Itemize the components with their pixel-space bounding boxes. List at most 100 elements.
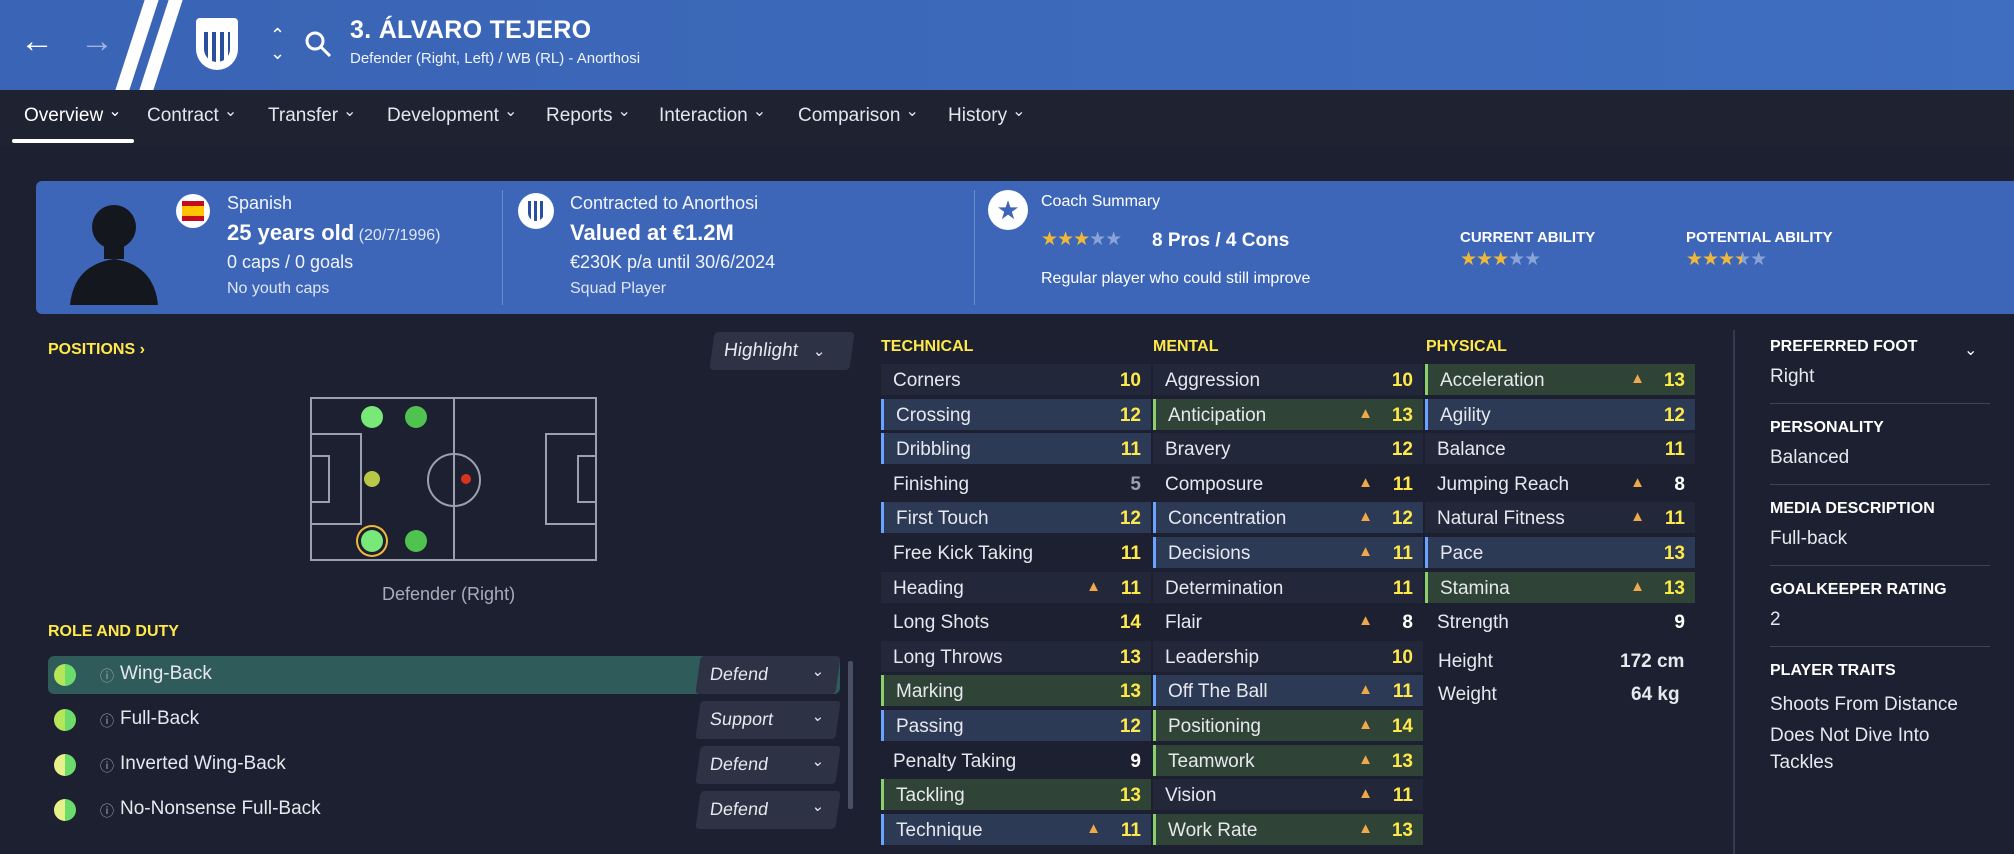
- contract-club: Contracted to Anorthosi: [570, 193, 759, 213]
- attribute-row[interactable]: Bravery 12: [1153, 433, 1423, 465]
- duty-dropdown[interactable]: Defend ⌄: [695, 746, 841, 784]
- attribute-row[interactable]: Long Throws 13: [881, 640, 1151, 672]
- attribute-name: Anticipation: [1168, 404, 1267, 426]
- attribute-row[interactable]: Anticipation ▲ 13: [1153, 398, 1423, 430]
- attribute-row[interactable]: Free Kick Taking 11: [881, 537, 1151, 568]
- attribute-row[interactable]: Work Rate ▲ 13: [1153, 813, 1423, 845]
- attribute-value: 14: [1119, 612, 1141, 634]
- duty-dropdown[interactable]: Defend ⌄: [695, 791, 841, 829]
- divider: [1770, 403, 1990, 404]
- attribute-row[interactable]: Determination 11: [1153, 571, 1423, 603]
- position-dot[interactable]: [361, 406, 383, 428]
- attribute-row[interactable]: Aggression 10: [1153, 364, 1423, 395]
- attribute-value: 8: [1402, 612, 1413, 634]
- role-name: No-Nonsense Full-Back: [120, 798, 321, 819]
- tab-reports[interactable]: Reports: [546, 105, 631, 127]
- attribute-row[interactable]: Stamina ▲ 13: [1425, 571, 1695, 603]
- arrow-right-icon[interactable]: →: [80, 22, 114, 61]
- attribute-row[interactable]: First Touch 12: [881, 502, 1151, 534]
- attribute-name: Bravery: [1165, 439, 1231, 461]
- trend-arrow-icon: ▲: [1358, 404, 1373, 422]
- chevron-down-icon[interactable]: ⌄: [1964, 340, 1977, 360]
- tab-contract[interactable]: Contract: [147, 105, 237, 127]
- tab-overview[interactable]: Overview: [24, 105, 122, 127]
- attribute-name: Marking: [896, 681, 964, 703]
- attribute-row[interactable]: Crossing 12: [881, 398, 1151, 430]
- duty-dropdown[interactable]: Defend ⌄: [695, 656, 841, 694]
- attribute-row[interactable]: Decisions ▲ 11: [1153, 537, 1423, 568]
- attribute-row[interactable]: Strength 9: [1425, 606, 1695, 637]
- info-icon[interactable]: ⓘ: [100, 756, 114, 776]
- attribute-name: Penalty Taking: [893, 750, 1017, 772]
- attribute-row[interactable]: Finishing 5: [881, 468, 1151, 499]
- player-switch-icon[interactable]: ⌃ ⌄: [270, 26, 285, 62]
- attribute-row[interactable]: Off The Ball ▲ 11: [1153, 675, 1423, 707]
- tab-interaction[interactable]: Interaction: [659, 105, 766, 127]
- role-row[interactable]: ⓘ Inverted Wing-Back Defend ⌄: [48, 746, 841, 784]
- position-dot[interactable]: [405, 406, 427, 428]
- attribute-value: 9: [1674, 612, 1685, 634]
- attribute-row[interactable]: Tackling 13: [881, 779, 1151, 811]
- position-dot-selected[interactable]: [361, 530, 383, 552]
- position-dot[interactable]: [364, 471, 380, 487]
- attribute-value: 12: [1119, 404, 1141, 426]
- highlight-dropdown[interactable]: Highlight ⌄: [709, 332, 855, 370]
- info-icon[interactable]: ⓘ: [100, 801, 114, 821]
- role-suitability-icon: [54, 799, 76, 821]
- role-row[interactable]: ⓘ Wing-Back Defend ⌄: [48, 656, 841, 694]
- role-row[interactable]: ⓘ Full-Back Support ⌄: [48, 701, 841, 739]
- attribute-row[interactable]: Long Shots 14: [881, 606, 1151, 637]
- mental-title: MENTAL: [1153, 338, 1219, 355]
- attribute-row[interactable]: Dribbling 11: [881, 433, 1151, 465]
- attribute-row[interactable]: Corners 10: [881, 364, 1151, 395]
- club-crest[interactable]: [196, 18, 238, 70]
- attribute-value: 13: [1391, 819, 1413, 841]
- info-icon[interactable]: ⓘ: [100, 666, 114, 686]
- role-list-scrollbar[interactable]: [848, 661, 853, 809]
- personality: Balanced: [1770, 447, 1850, 468]
- attribute-row[interactable]: Marking 13: [881, 675, 1151, 707]
- attribute-row[interactable]: Flair ▲ 8: [1153, 606, 1423, 637]
- attribute-row[interactable]: Jumping Reach ▲ 8: [1425, 468, 1695, 499]
- attribute-row[interactable]: Teamwork ▲ 13: [1153, 744, 1423, 776]
- tab-history[interactable]: History: [948, 105, 1026, 127]
- attribute-row[interactable]: Natural Fitness ▲ 11: [1425, 502, 1695, 534]
- role-row[interactable]: ⓘ No-Nonsense Full-Back Defend ⌄: [48, 791, 841, 829]
- arrow-left-icon[interactable]: ←: [20, 22, 54, 61]
- attribute-row[interactable]: Acceleration ▲ 13: [1425, 364, 1695, 395]
- attribute-row[interactable]: Pace 13: [1425, 537, 1695, 568]
- attribute-row[interactable]: Vision ▲ 11: [1153, 779, 1423, 811]
- position-dot[interactable]: [405, 530, 427, 552]
- attribute-row[interactable]: Agility 12: [1425, 398, 1695, 430]
- tab-transfer[interactable]: Transfer: [268, 105, 356, 127]
- divider: [1770, 565, 1990, 566]
- role-name: Full-Back: [120, 708, 200, 729]
- attribute-value: 13: [1391, 404, 1413, 426]
- attribute-row[interactable]: Passing 12: [881, 710, 1151, 741]
- attribute-row[interactable]: Concentration ▲ 12: [1153, 502, 1423, 534]
- attribute-row[interactable]: Leadership 10: [1153, 640, 1423, 672]
- positions-title[interactable]: POSITIONS ›: [48, 341, 145, 359]
- divider: [502, 190, 503, 305]
- attribute-value: 9: [1130, 750, 1141, 772]
- position-dot[interactable]: [461, 474, 471, 484]
- attribute-value: 13: [1391, 750, 1413, 772]
- player-trait: Shoots From Distance: [1770, 694, 1958, 715]
- search-icon[interactable]: [304, 30, 334, 60]
- attribute-row[interactable]: Balance 11: [1425, 433, 1695, 465]
- duty-dropdown[interactable]: Support ⌄: [695, 701, 841, 739]
- attribute-row[interactable]: Composure ▲ 11: [1153, 468, 1423, 499]
- tab-development[interactable]: Development: [387, 105, 517, 127]
- attribute-row[interactable]: Heading ▲ 11: [881, 571, 1151, 603]
- attribute-row[interactable]: Positioning ▲ 14: [1153, 710, 1423, 741]
- highlight-label: Highlight: [722, 340, 800, 361]
- trend-arrow-icon: ▲: [1358, 612, 1373, 630]
- weight-value: 64 kg: [1631, 684, 1680, 705]
- attribute-row[interactable]: Technique ▲ 11: [881, 813, 1151, 845]
- attribute-row[interactable]: Penalty Taking 9: [881, 745, 1151, 776]
- attribute-name: Composure: [1165, 473, 1264, 495]
- tab-comparison[interactable]: Comparison: [798, 105, 919, 127]
- role-suitability-icon: [54, 754, 76, 776]
- trend-arrow-icon: ▲: [1630, 473, 1645, 491]
- info-icon[interactable]: ⓘ: [100, 711, 114, 731]
